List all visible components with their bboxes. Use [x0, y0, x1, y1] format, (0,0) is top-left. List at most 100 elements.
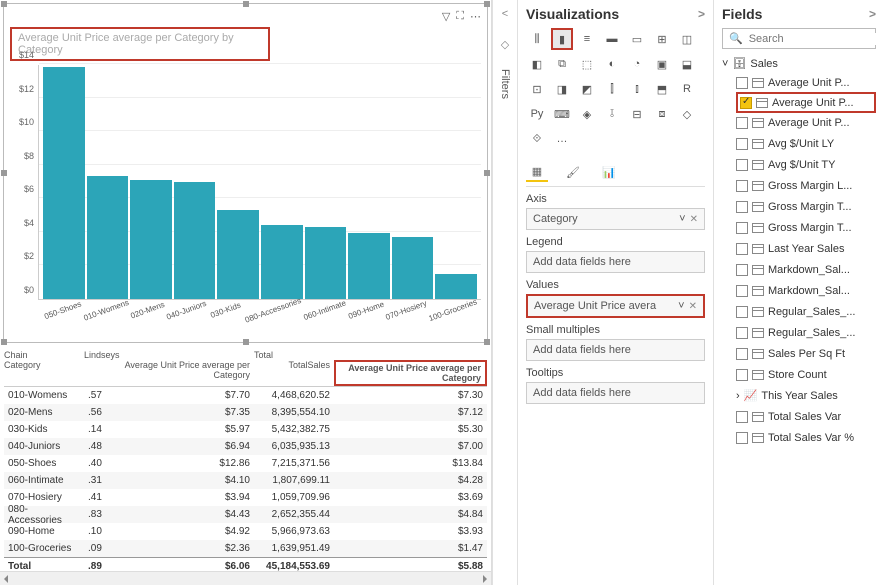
remove-field-icon[interactable]: ✕ [690, 214, 698, 225]
field-checkbox[interactable] [736, 138, 748, 150]
bar[interactable] [87, 176, 129, 299]
field-item[interactable]: Gross Margin L... [736, 175, 876, 196]
viz-type-icon[interactable]: ▬ [601, 28, 623, 50]
field-item[interactable]: Avg $/Unit TY [736, 154, 876, 175]
viz-type-icon[interactable]: ◫ [676, 28, 698, 50]
search-input[interactable] [749, 33, 884, 45]
field-checkbox[interactable] [736, 180, 748, 192]
field-item[interactable]: Regular_Sales_... [736, 301, 876, 322]
analytics-tab[interactable]: 📊 [598, 162, 620, 182]
field-checkbox[interactable] [740, 97, 752, 109]
field-checkbox[interactable] [736, 411, 748, 423]
table-row[interactable]: 050-Shoes.40$12.867,215,371.56$13.84 [4, 455, 487, 472]
viz-type-icon[interactable]: ≡ [576, 28, 598, 50]
filter-icon[interactable]: ▽ [442, 10, 450, 23]
field-item[interactable]: Markdown_Sal... [736, 259, 876, 280]
fields-search[interactable]: 🔍 [722, 28, 876, 49]
field-checkbox[interactable] [736, 117, 748, 129]
viz-type-icon[interactable]: ◩ [576, 78, 598, 100]
field-hierarchy[interactable]: ›📈This Year Sales [736, 385, 876, 406]
bar[interactable] [392, 237, 434, 299]
viz-type-icon[interactable]: ⌨ [551, 103, 573, 125]
bar[interactable] [305, 227, 347, 299]
viz-type-icon[interactable]: ⧈ [651, 103, 673, 125]
viz-type-icon[interactable]: ⫿ [601, 78, 623, 100]
viz-type-icon[interactable]: ▭ [626, 28, 648, 50]
expand-filters-icon[interactable]: < [502, 8, 508, 20]
viz-type-icon[interactable]: ◧ [526, 53, 548, 75]
bar[interactable] [435, 274, 477, 299]
field-checkbox[interactable] [736, 348, 748, 360]
field-checkbox[interactable] [736, 243, 748, 255]
field-checkbox[interactable] [736, 369, 748, 381]
field-item[interactable]: Total Sales Var % [736, 427, 876, 448]
field-item[interactable]: Gross Margin T... [736, 196, 876, 217]
viz-type-icon[interactable]: ⬒ [651, 78, 673, 100]
viz-type-icon[interactable]: ⫱ [601, 103, 623, 125]
viz-type-icon[interactable]: ◨ [551, 78, 573, 100]
bar[interactable] [130, 180, 172, 300]
field-item[interactable]: Average Unit P... [736, 72, 876, 93]
focus-mode-icon[interactable]: ⛶ [456, 10, 464, 23]
table-row[interactable]: 090-Home.10$4.925,966,973.63$3.93 [4, 523, 487, 540]
axis-well[interactable]: Category˅✕ [526, 208, 705, 230]
field-checkbox[interactable] [736, 285, 748, 297]
viz-type-icon[interactable]: ⊟ [626, 103, 648, 125]
bar[interactable] [174, 182, 216, 300]
expand-icon[interactable]: › [736, 390, 740, 402]
viz-type-icon[interactable]: ◈ [576, 103, 598, 125]
field-item[interactable]: Avg $/Unit LY [736, 133, 876, 154]
chevron-down-icon[interactable]: ˅ [679, 213, 685, 225]
field-item[interactable]: Store Count [736, 364, 876, 385]
bookmark-icon[interactable]: ◇ [501, 38, 509, 51]
field-checkbox[interactable] [736, 222, 748, 234]
viz-type-icon[interactable]: ◔ [626, 53, 648, 75]
expand-icon[interactable]: ˅ [722, 58, 728, 70]
viz-type-icon[interactable]: ⬓ [676, 53, 698, 75]
more-options-icon[interactable]: ⋯ [470, 10, 481, 23]
bar[interactable] [348, 233, 390, 299]
table-row[interactable]: 080-Accessories.83$4.432,652,355.44$4.84 [4, 506, 487, 523]
table-row[interactable]: 100-Groceries.09$2.361,639,951.49$1.47 [4, 540, 487, 557]
field-item[interactable]: Last Year Sales [736, 238, 876, 259]
field-checkbox[interactable] [736, 159, 748, 171]
bar[interactable] [43, 67, 85, 299]
viz-type-icon[interactable]: ⊡ [526, 78, 548, 100]
viz-type-icon[interactable]: … [551, 128, 573, 150]
remove-field-icon[interactable]: ✕ [689, 301, 697, 312]
chevron-down-icon[interactable]: ˅ [678, 300, 684, 312]
field-checkbox[interactable] [736, 432, 748, 444]
table-row[interactable]: 040-Juniors.48$6.946,035,935.13$7.00 [4, 438, 487, 455]
field-checkbox[interactable] [736, 201, 748, 213]
viz-type-icon[interactable]: ⫼ [526, 28, 548, 50]
field-checkbox[interactable] [736, 306, 748, 318]
bar[interactable] [217, 210, 259, 299]
chart-visual-frame[interactable]: ▽ ⛶ ⋯ Average Unit Price average per Cat… [3, 3, 488, 343]
viz-type-icon[interactable]: ⫾ [626, 78, 648, 100]
bar[interactable] [261, 225, 303, 299]
filters-rail[interactable]: < ◇ Filters [492, 0, 518, 585]
field-item[interactable]: Total Sales Var [736, 406, 876, 427]
fields-tab[interactable]: ▦ [526, 162, 548, 182]
table-row[interactable]: 020-Mens.56$7.358,395,554.10$7.12 [4, 404, 487, 421]
viz-type-icon[interactable]: ◐ [601, 53, 623, 75]
field-item[interactable]: Gross Margin T... [736, 217, 876, 238]
field-item[interactable]: Sales Per Sq Ft [736, 343, 876, 364]
viz-type-icon[interactable]: ⊞ [651, 28, 673, 50]
horizontal-scrollbar[interactable] [0, 571, 491, 585]
viz-type-icon[interactable]: ◇ [676, 103, 698, 125]
field-item[interactable]: Markdown_Sal... [736, 280, 876, 301]
viz-type-icon[interactable]: Py [526, 103, 548, 125]
small-multiples-well[interactable]: Add data fields here [526, 339, 705, 361]
viz-type-icon[interactable]: ▮ [551, 28, 573, 50]
table-row[interactable]: 060-Intimate.31$4.101,807,699.11$4.28 [4, 472, 487, 489]
field-checkbox[interactable] [736, 327, 748, 339]
table-row[interactable]: 030-Kids.14$5.975,432,382.75$5.30 [4, 421, 487, 438]
table-row[interactable]: 010-Womens.57$7.704,468,620.52$7.30 [4, 387, 487, 404]
values-well[interactable]: Average Unit Price avera˅✕ [526, 294, 705, 318]
field-checkbox[interactable] [736, 264, 748, 276]
table-node-sales[interactable]: ˅ 🗄 Sales [722, 57, 876, 70]
viz-type-icon[interactable]: R [676, 78, 698, 100]
legend-well[interactable]: Add data fields here [526, 251, 705, 273]
viz-type-icon[interactable]: ⟐ [526, 128, 548, 150]
